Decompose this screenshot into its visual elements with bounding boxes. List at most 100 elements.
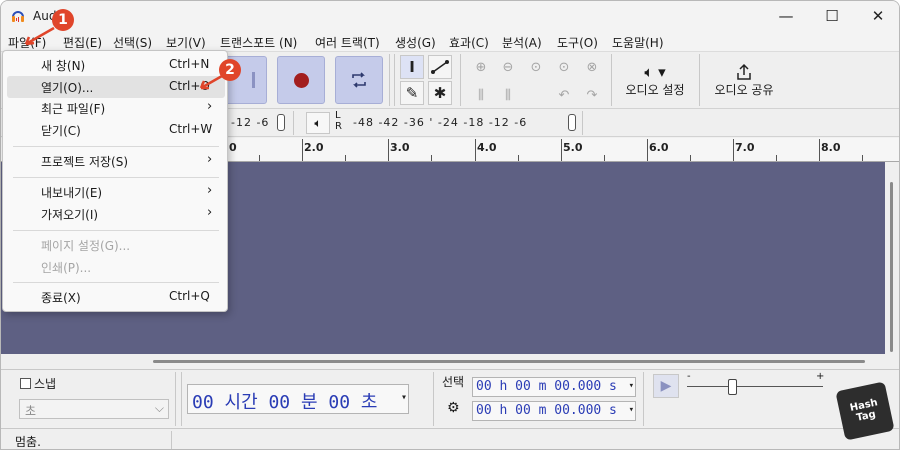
menu-edit[interactable]: 편집(E) <box>63 34 102 51</box>
ruler-tick <box>518 155 519 161</box>
envelope-tool[interactable] <box>428 55 452 79</box>
silence-button[interactable]: ⫼ <box>495 83 521 107</box>
menu-tools[interactable]: 도구(O) <box>557 34 598 51</box>
menu-transport[interactable]: 트랜스포트 (N) <box>220 34 297 51</box>
menu-item-new-window[interactable]: 새 창(N) Ctrl+N <box>7 54 225 76</box>
close-button[interactable]: ✕ <box>855 1 899 31</box>
menu-item-import[interactable]: 가져오기(I) › <box>7 203 225 225</box>
meter-separator <box>293 111 294 135</box>
selection-label: 선택 <box>442 375 465 389</box>
vertical-scroll-thumb[interactable] <box>890 182 893 352</box>
zoom-in-button[interactable]: ⊕ <box>468 55 494 79</box>
menu-analyze[interactable]: 분석(A) <box>502 34 542 51</box>
menu-item-save-project[interactable]: 프로젝트 저장(S) › <box>7 150 225 172</box>
snap-label: 스냅 <box>34 377 57 391</box>
audio-share-button[interactable]: 오디오 공유 <box>707 56 781 104</box>
zoom-in-icon: ⊕ <box>475 59 487 75</box>
selection-start-field[interactable]: 00 h 00 m 00.000 s ▾ <box>472 377 636 397</box>
fit-selection-button[interactable]: ⊙ <box>523 55 549 79</box>
vertical-scrollbar[interactable] <box>885 162 899 369</box>
redo-icon: ↷ <box>586 87 598 103</box>
menu-generate[interactable]: 생성(G) <box>395 34 436 51</box>
zoom-toggle-icon: ⊗ <box>586 59 598 75</box>
menu-bar: 파일(F) 편집(E) 선택(S) 보기(V) 트랜스포트 (N) 여러 트랙(… <box>1 31 899 52</box>
menu-item-open[interactable]: 열기(O)... Ctrl+O <box>7 76 225 98</box>
record-meter-button[interactable]: 🔈︎ <box>306 112 330 134</box>
time-display[interactable]: 00 시간 00 분 00 초 ▾ <box>187 384 409 414</box>
play-icon: ▶ <box>660 378 672 394</box>
ruler-tick <box>776 155 777 161</box>
snap-unit-select[interactable]: 초 ⌵ <box>19 399 169 419</box>
horizontal-scroll-thumb[interactable] <box>153 360 865 363</box>
close-icon: ✕ <box>871 7 885 25</box>
menu-item-page-setup[interactable]: 페이지 설정(G)... <box>7 234 225 256</box>
status-text: 멈춤. <box>15 435 41 449</box>
trim-button[interactable]: ⫼ <box>468 83 494 107</box>
speaker-icon: 🔈︎ <box>314 115 322 130</box>
menu-item-recent-files[interactable]: 최근 파일(F) › <box>7 97 225 119</box>
bottom-toolbar: 스냅 초 ⌵ 00 시간 00 분 00 초 ▾ 선택 ⚙ 00 h 00 m … <box>1 369 899 427</box>
menu-item-label: 닫기(C) <box>41 124 81 138</box>
ruler-tick <box>862 155 863 161</box>
share-icon <box>737 63 751 80</box>
menu-item-exit[interactable]: 종료(X) Ctrl+Q <box>7 286 225 308</box>
bottom-separator <box>181 372 182 426</box>
record-button[interactable] <box>277 56 325 104</box>
fit-project-icon: ⊙ <box>558 59 570 75</box>
gear-icon[interactable]: ⚙ <box>447 400 460 416</box>
selection-end-field[interactable]: 00 h 00 m 00.000 s ▾ <box>472 401 636 421</box>
menu-item-shortcut: Ctrl+W <box>169 122 213 136</box>
menu-effect[interactable]: 효과(C) <box>449 34 489 51</box>
hashtag-watermark: Hash Tag <box>835 381 895 441</box>
menu-tracks[interactable]: 여러 트랙(T) <box>315 34 380 51</box>
toolbar-separator <box>394 54 395 106</box>
loop-button[interactable] <box>335 56 383 104</box>
menu-item-shortcut: Ctrl+N <box>169 57 210 71</box>
menu-item-export[interactable]: 내보내기(E) › <box>7 181 225 203</box>
undo-button[interactable]: ↶ <box>551 83 577 107</box>
menu-item-label: 프로젝트 저장(S) <box>41 155 129 169</box>
ruler-label: 6.0 <box>649 141 669 154</box>
chevron-down-icon: ▾ <box>628 405 634 415</box>
snap-checkbox[interactable] <box>20 378 31 389</box>
speaker-icon: 🔈︎ ▾ <box>644 62 666 81</box>
chevron-right-icon: › <box>207 205 213 220</box>
zoom-out-button[interactable]: ⊖ <box>495 55 521 79</box>
ruler-label: 0 <box>229 141 237 154</box>
ruler-tick <box>302 139 303 161</box>
speed-slider-thumb[interactable] <box>728 379 737 395</box>
play-at-speed-button[interactable]: ▶ <box>653 374 679 398</box>
menu-view[interactable]: 보기(V) <box>166 34 206 51</box>
audio-settings-button[interactable]: 🔈︎ ▾ 오디오 설정 <box>619 56 691 104</box>
file-menu-dropdown: 새 창(N) Ctrl+N 열기(O)... Ctrl+O 최근 파일(F) ›… <box>2 50 228 312</box>
zoom-toggle-button[interactable]: ⊗ <box>579 55 605 79</box>
zoom-out-icon: ⊖ <box>502 59 514 75</box>
record-meter-slider[interactable] <box>568 114 576 131</box>
menu-separator <box>13 230 219 231</box>
chevron-down-icon: ⌵ <box>154 401 164 415</box>
maximize-button[interactable]: ☐ <box>809 1 855 31</box>
menu-item-shortcut: Ctrl+Q <box>169 289 210 303</box>
ruler-tick <box>388 139 389 161</box>
minimize-button[interactable]: — <box>763 1 809 31</box>
selection-tool[interactable]: I <box>400 55 424 79</box>
menu-item-label: 종료(X) <box>41 291 81 305</box>
ruler-label: 3.0 <box>390 141 410 154</box>
snap-unit-value: 초 <box>25 404 37 418</box>
record-meter-scale: -48 -42 -36 ' -24 -18 -12 -6 <box>353 116 528 129</box>
horizontal-scrollbar[interactable] <box>1 354 885 369</box>
draw-tool[interactable]: ✎ <box>400 81 424 105</box>
menu-item-label: 열기(O)... <box>41 81 94 95</box>
menu-item-label: 새 창(N) <box>41 59 86 73</box>
playback-meter-slider[interactable] <box>277 114 285 131</box>
speed-slider-track[interactable] <box>687 386 823 387</box>
menu-select[interactable]: 선택(S) <box>113 34 152 51</box>
redo-button[interactable]: ↷ <box>579 83 605 107</box>
arrow-2-icon <box>199 74 223 90</box>
speed-max-label: + <box>816 371 825 382</box>
fit-project-button[interactable]: ⊙ <box>551 55 577 79</box>
menu-help[interactable]: 도움말(H) <box>612 34 664 51</box>
multi-tool[interactable]: ✱ <box>428 81 452 105</box>
menu-item-print[interactable]: 인쇄(P)... <box>7 256 225 278</box>
menu-item-close[interactable]: 닫기(C) Ctrl+W <box>7 119 225 141</box>
